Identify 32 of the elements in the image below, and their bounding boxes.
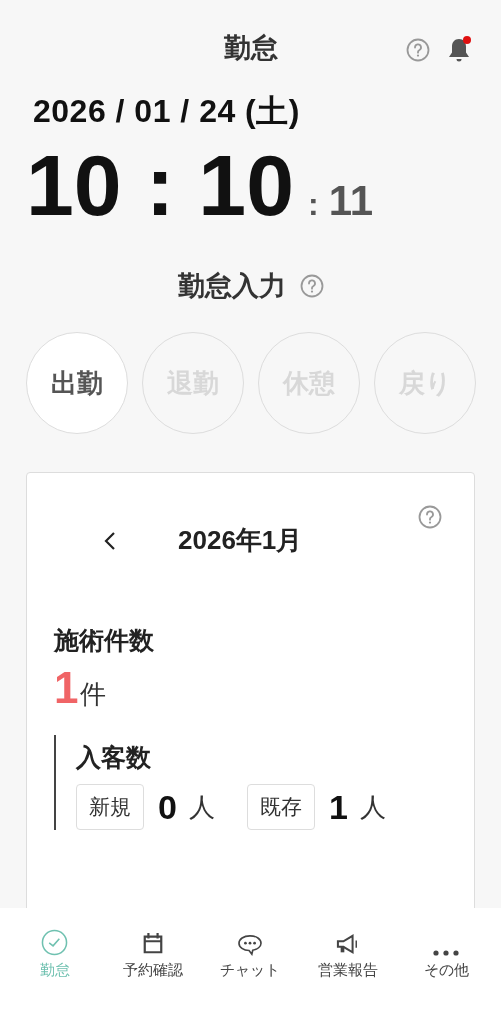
count-unit: 人: [359, 790, 386, 824]
clock-minutes: 10: [198, 142, 294, 228]
treatment-count: 1: [54, 663, 79, 713]
treatment-count-label: 施術件数: [54, 625, 155, 656]
bell-icon[interactable]: [446, 36, 472, 64]
clock-seconds: 11: [328, 177, 374, 225]
visitor-count-label: 入客数: [76, 742, 152, 773]
clock-separator: :: [145, 142, 175, 228]
punch-button[interactable]: 出勤: [26, 332, 128, 434]
more-icon: [433, 950, 460, 956]
chevron-left-icon[interactable]: [104, 530, 116, 551]
visitor-count: 1: [328, 787, 348, 827]
count-unit: 件: [80, 678, 107, 711]
chat-icon: [237, 934, 264, 956]
page-title: 勤怠: [223, 32, 278, 65]
visitor-count: 0: [158, 787, 177, 827]
customer-type-tag: 新規: [76, 784, 144, 830]
help-icon[interactable]: [406, 38, 430, 62]
month-label: 2026年1月: [178, 524, 303, 557]
section-title: 勤怠入力: [177, 270, 286, 303]
nav-tab[interactable]: 営業報告: [299, 920, 398, 980]
calendar-icon: [141, 932, 164, 956]
customer-type-tag: 既存: [246, 784, 315, 830]
help-icon[interactable]: [418, 505, 442, 529]
help-icon[interactable]: [299, 274, 324, 298]
nav-tab[interactable]: その他: [397, 920, 495, 980]
clock-hours: 10: [26, 142, 122, 228]
current-date: 2026 / 01 / 24 (土): [33, 92, 301, 131]
nav-tab[interactable]: チャット: [201, 920, 300, 980]
count-unit: 人: [188, 790, 215, 824]
clock-separator: :: [308, 186, 319, 223]
nav-tab[interactable]: 予約確認: [103, 920, 202, 980]
